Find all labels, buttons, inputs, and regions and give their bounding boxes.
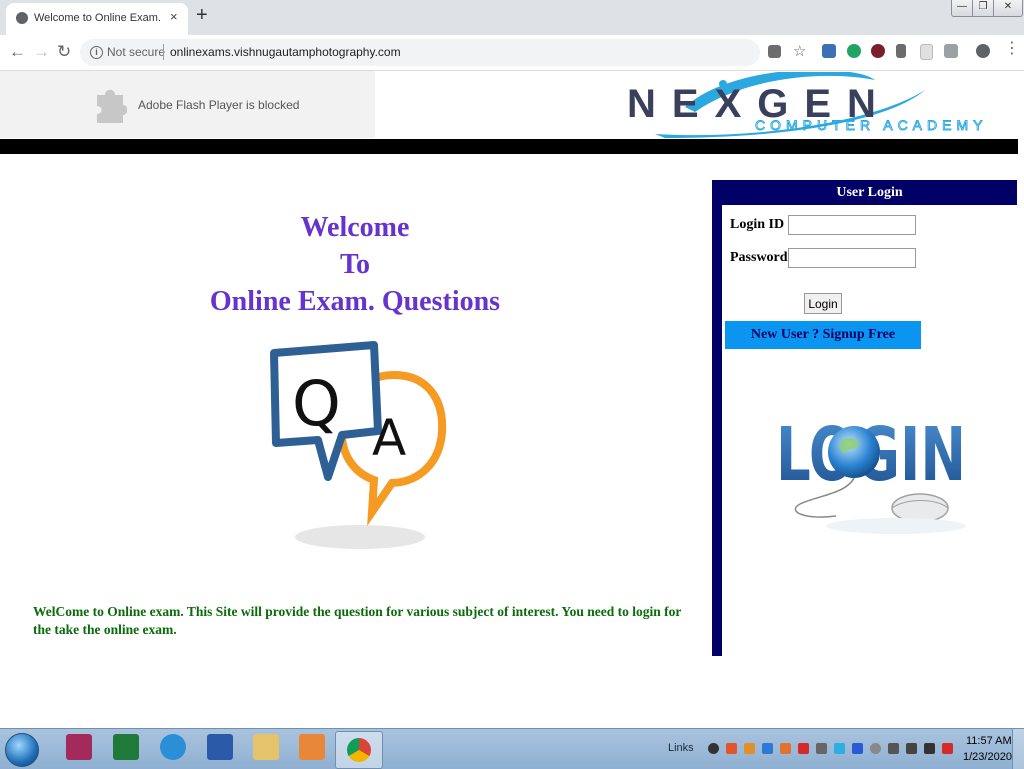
tab-title: Welcome to Online Exam. <box>34 12 161 24</box>
show-desktop-button[interactable] <box>1012 729 1024 769</box>
extension-gray-icon[interactable] <box>896 44 906 58</box>
globe-icon <box>16 12 28 24</box>
url-text[interactable]: onlinexams.vishnugautamphotography.com <box>170 45 401 59</box>
start-button[interactable] <box>5 733 39 767</box>
new-tab-button[interactable]: + <box>196 4 208 27</box>
puzzle-piece-icon <box>97 89 127 123</box>
address-bar[interactable]: i Not secure onlinexams.vishnugautamphot… <box>80 39 760 66</box>
blocked-plugin-icon[interactable] <box>768 45 781 58</box>
address-separator <box>163 44 164 60</box>
tray-app-icon[interactable] <box>798 743 809 754</box>
login-id-label: Login ID <box>730 217 785 232</box>
menu-icon[interactable]: ⋮ <box>1004 41 1020 57</box>
tray-app-icon[interactable] <box>726 743 737 754</box>
login-panel-title: User Login <box>722 180 1017 205</box>
header-divider <box>0 139 1018 154</box>
windows-taskbar: Links 11:57 AM 1/23/2020 <box>0 728 1024 769</box>
window-maximize-button[interactable]: ❐ <box>972 0 994 17</box>
media-player-icon[interactable] <box>299 734 325 760</box>
welcome-line-1: Welcome <box>300 212 410 243</box>
login-panel: User Login Login ID Password Login New U… <box>712 180 1017 656</box>
welcome-line-2: To <box>339 249 371 280</box>
login-button[interactable]: Login <box>804 293 842 314</box>
tab-strip: Welcome to Online Exam. × + — ❐ ✕ <box>0 0 1024 35</box>
bookmark-star-icon[interactable]: ☆ <box>793 42 809 60</box>
pen-icon[interactable] <box>888 743 899 754</box>
tray-app-icon[interactable] <box>870 743 881 754</box>
battery-icon[interactable] <box>906 743 917 754</box>
back-button[interactable]: ← <box>9 42 26 62</box>
password-input[interactable] <box>788 248 916 268</box>
q-letter: Q <box>292 367 341 440</box>
info-icon[interactable]: i <box>90 46 103 59</box>
browser-tab[interactable]: Welcome to Online Exam. × <box>6 3 188 35</box>
clock-time[interactable]: 11:57 AM <box>966 735 1012 747</box>
network-signal-icon[interactable] <box>924 743 935 754</box>
excel-icon[interactable] <box>113 734 139 760</box>
word-icon[interactable] <box>207 734 233 760</box>
powerpoint-icon[interactable] <box>66 734 92 760</box>
security-status[interactable]: Not secure <box>107 45 165 59</box>
profile-icon[interactable] <box>976 44 990 58</box>
tab-close-button[interactable]: × <box>170 9 178 24</box>
chrome-icon <box>347 738 371 762</box>
reload-button[interactable]: ↻ <box>57 42 71 62</box>
clock-date[interactable]: 1/23/2020 <box>963 751 1012 763</box>
forward-button[interactable]: → <box>33 42 50 62</box>
login-globe-mouse-image: LOGIN <box>776 412 966 534</box>
qa-speech-bubbles-image: Q A <box>270 341 447 549</box>
nexgen-logo: NEXGEN COMPUTER ACADEMY <box>627 72 987 138</box>
tray-app-icon[interactable] <box>834 743 845 754</box>
internet-explorer-icon[interactable] <box>160 734 186 760</box>
volume-muted-icon[interactable] <box>942 743 953 754</box>
flash-blocked-placeholder[interactable]: Adobe Flash Player is blocked <box>0 71 375 138</box>
extension-badge-icon[interactable] <box>944 44 958 58</box>
welcome-heading: Welcome To Online Exam. Questions <box>205 209 505 320</box>
extension-k-icon[interactable] <box>871 44 885 58</box>
password-label: Password <box>730 250 788 265</box>
tray-app-icon[interactable] <box>780 743 791 754</box>
bluetooth-icon[interactable] <box>852 743 863 754</box>
tray-app-icon[interactable] <box>708 743 719 754</box>
extension-doc-icon[interactable] <box>920 44 933 60</box>
login-id-input[interactable] <box>788 215 916 235</box>
signup-link[interactable]: New User ? Signup Free <box>725 321 921 349</box>
grammarly-icon[interactable] <box>847 44 861 58</box>
window-close-button[interactable]: ✕ <box>993 0 1023 17</box>
flash-blocked-text: Adobe Flash Player is blocked <box>138 98 300 112</box>
window-minimize-button[interactable]: — <box>951 0 973 17</box>
file-explorer-icon[interactable] <box>253 734 279 760</box>
chrome-taskbar-button[interactable] <box>335 731 383 769</box>
intro-paragraph: WelCome to Online exam. This Site will p… <box>33 604 682 637</box>
welcome-line-3: Online Exam. Questions <box>209 286 501 317</box>
a-letter: A <box>372 409 406 467</box>
tray-app-icon[interactable] <box>762 743 773 754</box>
tray-app-icon[interactable] <box>816 743 827 754</box>
logo-sub-text: COMPUTER ACADEMY <box>755 117 987 133</box>
links-toolbar-label[interactable]: Links <box>668 742 694 754</box>
tray-app-icon[interactable] <box>744 743 755 754</box>
extension-user-icon[interactable] <box>822 44 836 58</box>
